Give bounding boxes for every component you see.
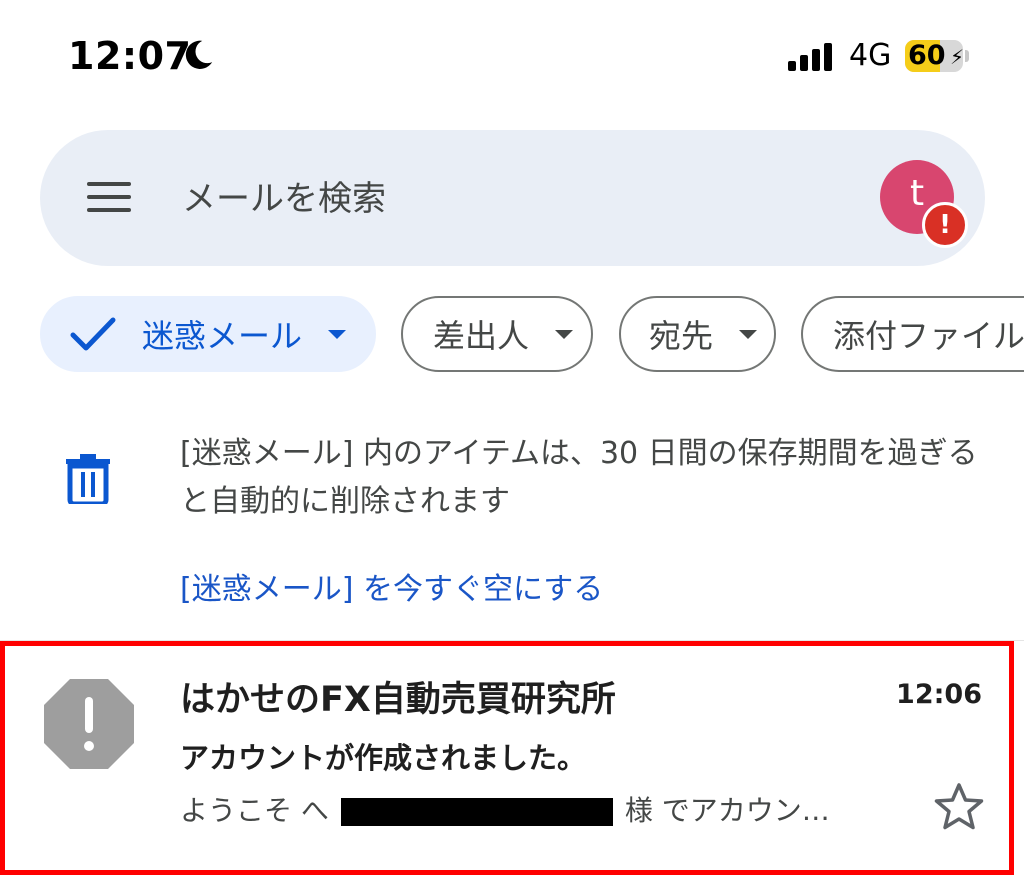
signal-icon [788,43,832,71]
battery-cap [965,50,969,62]
hamburger-menu-icon[interactable] [87,182,131,216]
email-snippet: ようこそ へ 様 でアカウン… [180,789,890,829]
email-subject: アカウントが作成されました。 [180,741,587,775]
caret-down-icon [328,329,347,339]
email-list-item[interactable]: はかせのFX自動売買研究所 12:06 アカウントが作成されました。 ようこそ … [0,641,1024,881]
battery-percent: 60 [908,40,946,71]
snippet-start: ようこそ へ [180,794,329,827]
filter-chip-spam[interactable]: 迷惑メール [40,296,376,372]
filter-chip-attachment[interactable]: 添付ファイル [801,296,1024,372]
network-type: 4G [849,38,892,73]
caret-down-icon [555,329,574,339]
empty-spam-link[interactable]: [迷惑メール] を今すぐ空にする [180,564,603,608]
filter-chip-from[interactable]: 差出人 [401,296,593,372]
filter-chip-label: 宛先 [649,317,714,355]
spam-warning-icon [44,679,134,769]
email-sender: はかせのFX自動売買研究所 [180,680,616,720]
email-time: 12:06 [896,679,982,710]
alert-icon: ! [922,202,968,248]
filter-chip-label: 差出人 [433,317,530,355]
filter-chip-label: 添付ファイル [833,317,1024,355]
caret-down-icon [739,329,758,339]
snippet-end: 様 でアカウン… [624,794,830,827]
moon-icon [185,40,213,69]
check-icon [70,317,116,351]
star-icon[interactable] [934,782,984,832]
battery-charging-icon: 60 ⚡ [905,40,971,72]
redaction-bar [340,798,613,826]
search-input[interactable] [180,174,784,224]
bolt-icon: ⚡ [950,45,963,69]
spam-retention-notice: [迷惑メール] 内のアイテムは、30 日間の保存期間を過ぎると自動的に削除されま… [180,436,978,519]
trash-icon [66,454,110,504]
filter-chip-to[interactable]: 宛先 [619,296,776,372]
status-time: 12:07 [68,34,192,78]
filter-chip-label: 迷惑メール [142,317,303,355]
search-bar: t ! [40,130,985,266]
